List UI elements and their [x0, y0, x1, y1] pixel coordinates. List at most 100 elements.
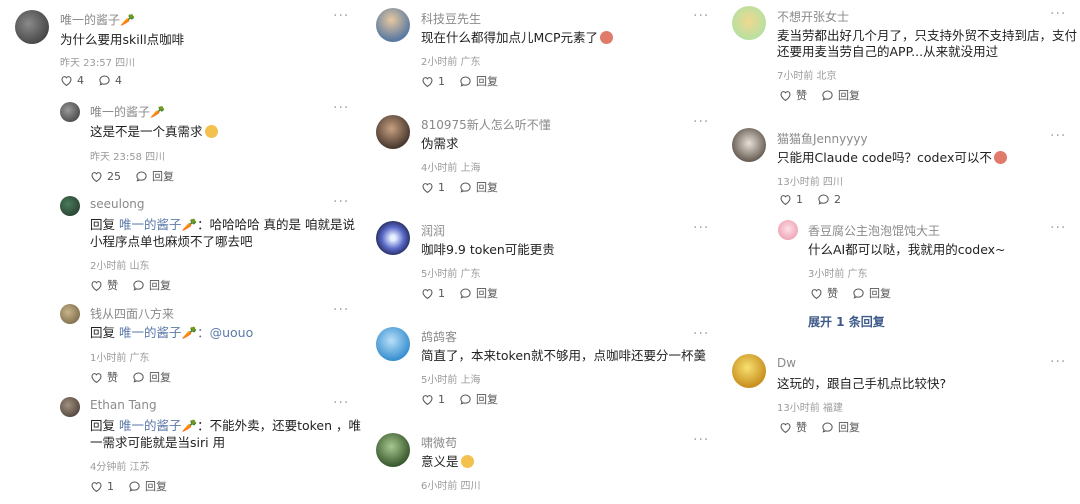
- reply-to-user[interactable]: 唯一的酱子🥕: [119, 418, 197, 433]
- comment-icon: [852, 287, 865, 300]
- comment-text-line2: 还要用麦当劳自己的APP...从来就没用过: [777, 44, 999, 59]
- avatar[interactable]: [376, 327, 410, 361]
- comment-text: 回复 唯一的酱子🥕：@uouo: [90, 325, 254, 340]
- comment-author[interactable]: 润润: [421, 222, 445, 239]
- comment-author[interactable]: seeulong: [90, 197, 145, 211]
- reply-to-user[interactable]: 唯一的酱子🥕: [119, 325, 197, 340]
- avatar[interactable]: [60, 304, 80, 324]
- comment-actions: 赞 回复: [90, 277, 185, 293]
- comment-meta: 7小时前 北京: [777, 71, 837, 82]
- comment-meta: 6小时前 四川: [421, 481, 481, 492]
- avatar[interactable]: [376, 221, 410, 255]
- comment-meta: 5小时前 上海: [421, 375, 481, 386]
- more-options-icon[interactable]: ···: [1050, 354, 1066, 370]
- heart-icon: [779, 421, 792, 434]
- comment-author[interactable]: 唯一的酱子🥕: [60, 11, 135, 28]
- comment-text: 为什么要用skill点咖啡: [60, 32, 185, 47]
- more-options-icon[interactable]: ···: [333, 8, 349, 24]
- comment-author[interactable]: 不想开张女士: [777, 8, 849, 25]
- avatar[interactable]: [376, 433, 410, 467]
- like-button[interactable]: 1: [421, 287, 445, 300]
- comment-actions: 1 2: [779, 193, 855, 206]
- reply-button[interactable]: 2: [817, 193, 841, 206]
- like-button[interactable]: 赞: [779, 419, 807, 435]
- avatar[interactable]: [15, 10, 49, 44]
- avatar[interactable]: [60, 196, 80, 216]
- reply-button[interactable]: 回复: [132, 369, 171, 385]
- like-button[interactable]: 1: [421, 181, 445, 194]
- comment-text: 咖啡9.9 token可能更贵: [421, 242, 555, 257]
- like-button[interactable]: 赞: [90, 277, 118, 293]
- more-options-icon[interactable]: ···: [333, 194, 349, 210]
- comment-meta: 2小时前 山东: [90, 261, 150, 272]
- heart-icon: [421, 181, 434, 194]
- avatar[interactable]: [732, 354, 766, 388]
- like-button[interactable]: 赞: [90, 369, 118, 385]
- avatar[interactable]: [376, 115, 410, 149]
- comment-text: 什么AI都可以哒，我就用的codex~: [808, 242, 1006, 257]
- more-options-icon[interactable]: ···: [333, 302, 349, 318]
- comment-author[interactable]: 810975新人怎么听不懂: [421, 116, 551, 133]
- comment-text: 这是不是一个真需求: [90, 123, 218, 141]
- more-options-icon[interactable]: ···: [693, 8, 709, 24]
- avatar[interactable]: [732, 128, 766, 162]
- emoji-icon: [600, 31, 614, 44]
- comment-icon: [821, 89, 834, 102]
- comment-author[interactable]: 香豆腐公主泡泡馄饨大王: [808, 222, 940, 239]
- comment-actions: 1 回复: [421, 73, 512, 89]
- like-button[interactable]: 1: [779, 193, 803, 206]
- like-button[interactable]: 赞: [779, 87, 807, 103]
- more-options-icon[interactable]: ···: [1050, 6, 1066, 22]
- reply-button[interactable]: 4: [98, 74, 122, 87]
- heart-icon: [779, 89, 792, 102]
- more-options-icon[interactable]: ···: [1050, 128, 1066, 144]
- reply-to-user[interactable]: 唯一的酱子🥕: [119, 217, 197, 232]
- heart-icon: [90, 371, 103, 384]
- more-options-icon[interactable]: ···: [693, 326, 709, 342]
- comment-author[interactable]: 猫猫鱼Jennyyyy: [777, 130, 868, 147]
- comment-icon: [821, 421, 834, 434]
- heart-icon: [90, 170, 103, 183]
- reply-button[interactable]: 回复: [821, 87, 860, 103]
- reply-button[interactable]: 回复: [459, 179, 498, 195]
- comment-author[interactable]: 鸪鸪客: [421, 328, 457, 345]
- reply-button[interactable]: 回复: [459, 285, 498, 301]
- avatar[interactable]: [732, 6, 766, 40]
- expand-replies-button[interactable]: 展开 1 条回复: [808, 313, 885, 330]
- comment-author[interactable]: 钱从四面八方来: [90, 305, 174, 322]
- comment-author[interactable]: 科技豆先生: [421, 10, 481, 27]
- more-options-icon[interactable]: ···: [1050, 220, 1066, 236]
- reply-button[interactable]: 回复: [852, 285, 891, 301]
- comment-meta: 13小时前 福建: [777, 403, 843, 414]
- more-options-icon[interactable]: ···: [693, 432, 709, 448]
- like-button[interactable]: 4: [60, 74, 84, 87]
- more-options-icon[interactable]: ···: [693, 114, 709, 130]
- comment-author[interactable]: 唯一的酱子🥕: [90, 103, 165, 120]
- reply-button[interactable]: 回复: [132, 277, 171, 293]
- comment-icon: [98, 74, 111, 87]
- more-options-icon[interactable]: ···: [333, 395, 349, 411]
- reply-button[interactable]: 回复: [135, 168, 174, 184]
- comment-author[interactable]: 啸微苟: [421, 434, 457, 451]
- reply-button[interactable]: 回复: [128, 478, 167, 494]
- avatar[interactable]: [60, 102, 80, 122]
- comment-actions: 1 回复: [421, 391, 512, 407]
- reply-button[interactable]: 回复: [459, 73, 498, 89]
- comment-meta: 昨天 23:57 四川: [60, 58, 136, 69]
- comment-actions: 赞 回复: [810, 285, 905, 301]
- like-button[interactable]: 1: [421, 75, 445, 88]
- more-options-icon[interactable]: ···: [333, 100, 349, 116]
- like-button[interactable]: 1: [421, 393, 445, 406]
- avatar[interactable]: [60, 397, 80, 417]
- reply-button[interactable]: 回复: [821, 419, 860, 435]
- like-button[interactable]: 25: [90, 170, 121, 183]
- like-button[interactable]: 1: [90, 480, 114, 493]
- more-options-icon[interactable]: ···: [693, 220, 709, 236]
- avatar[interactable]: [778, 220, 798, 240]
- comment-meta: 2小时前 广东: [421, 57, 481, 68]
- avatar[interactable]: [376, 8, 410, 42]
- like-button[interactable]: 赞: [810, 285, 838, 301]
- comment-author[interactable]: Dw: [777, 356, 796, 370]
- comment-author[interactable]: Ethan Tang: [90, 398, 157, 412]
- reply-button[interactable]: 回复: [459, 391, 498, 407]
